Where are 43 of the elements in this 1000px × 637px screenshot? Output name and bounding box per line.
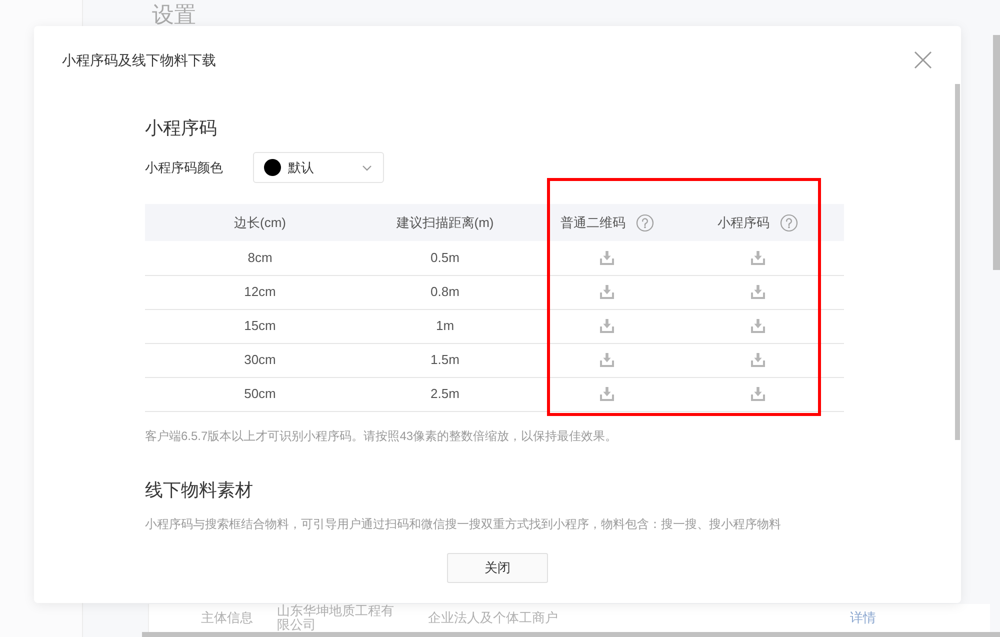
download-icon[interactable] [750,386,766,402]
column-header: 边长(cm) [234,214,286,232]
scrollbar-thumb[interactable] [993,35,1000,270]
field-label: 小程序码颜色 [145,158,224,177]
table-cell: 50cm [145,377,375,411]
download-icon[interactable] [599,352,615,368]
section-heading: 小程序码 [145,117,218,140]
color-select[interactable]: 默认 [253,152,384,183]
download-icon[interactable] [750,318,766,334]
note-text: 客户端6.5.7版本以上才可识别小程序码。请按照43像素的整数倍缩放，以保持最佳效果。 [145,428,618,444]
table-cell: 0.8m [375,275,515,309]
table-cell: 15cm [145,309,375,343]
close-icon[interactable] [914,51,932,69]
download-icon[interactable] [750,352,766,368]
table-cell: 1m [375,309,515,343]
dialog-title: 小程序码及线下物料下载 [62,51,216,69]
chevron-icon [362,164,372,170]
download-icon[interactable] [599,318,615,334]
section-heading: 线下物料素材 [145,478,254,502]
table-cell: 30cm [145,343,375,377]
download-icon[interactable] [599,386,615,402]
table-cell: 8cm [145,241,375,275]
download-icon[interactable] [599,284,615,300]
table-cell: 0.5m [375,241,515,275]
download-icon[interactable] [750,250,766,266]
company-type: 企业法人及个体工商户 [428,609,558,628]
download-icon[interactable] [750,284,766,300]
table-cell: 1.5m [375,343,515,377]
column-header: 小程序码 [718,214,770,232]
description-text: 小程序码与搜索框结合物料，可引导用户通过扫码和微信搜一搜双重方式找到小程序，物料包含：搜一搜、搜小程序物料 [145,516,782,532]
table-cell: 2.5m [375,377,515,411]
download-icon[interactable] [599,250,615,266]
help-icon[interactable] [780,214,798,232]
field-label: 主体信息 [201,609,254,628]
page-title: 设置 [152,3,196,27]
scrollbar-thumb[interactable] [142,632,1000,637]
table-cell: 12cm [145,275,375,309]
close-button[interactable]: 关闭 [447,553,548,583]
column-header: 普通二维码 [560,214,626,232]
scrollbar-thumb[interactable] [955,84,960,440]
column-header: 建议扫描距离(m) [396,214,494,232]
help-icon[interactable] [636,214,654,232]
company-name: 山东华坤地质工程有限公司 [277,604,395,632]
